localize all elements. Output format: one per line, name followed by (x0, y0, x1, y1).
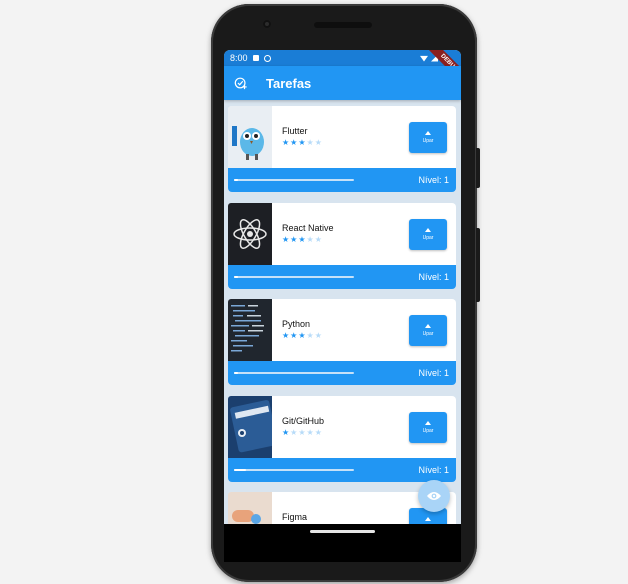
cast-icon (263, 54, 271, 62)
star-icon: ★ (314, 235, 322, 244)
star-icon: ★ (282, 331, 290, 340)
task-thumbnail (228, 492, 272, 524)
level-progress-fill (234, 372, 238, 374)
level-up-label: Upar (422, 138, 434, 144)
star-icon: ★ (290, 235, 298, 244)
task-name: Python (282, 319, 311, 329)
level-up-button[interactable]: Upar (409, 412, 447, 443)
task-thumbnail (228, 106, 272, 168)
app-screen: 8:00 DEBUG Tarefas Flutter ★ ★ ★ ★ ★ Upar (224, 50, 461, 524)
power-button (476, 148, 480, 188)
app-bar: Tarefas (224, 66, 461, 100)
level-up-label: Upar (422, 235, 434, 241)
arrow-up-icon (425, 324, 431, 328)
star-icon: ★ (306, 428, 314, 437)
level-label: Nível: 1 (418, 368, 449, 378)
level-progress-bar (234, 372, 354, 374)
level-progress-bar (234, 179, 354, 181)
level-progress-bar (234, 469, 354, 471)
star-icon: ★ (282, 235, 290, 244)
arrow-up-icon (425, 421, 431, 425)
level-progress-fill (234, 469, 246, 471)
star-icon: ★ (306, 331, 314, 340)
arrow-up-icon (425, 517, 431, 521)
star-icon: ★ (298, 428, 306, 437)
difficulty-stars: ★ ★ ★ ★ ★ (282, 236, 322, 244)
task-name: Figma (282, 512, 308, 522)
wifi-icon (420, 55, 428, 62)
level-up-button[interactable]: Upar (409, 315, 447, 346)
level-label: Nível: 1 (418, 272, 449, 282)
star-icon: ★ (314, 138, 322, 147)
level-progress-bar (234, 276, 354, 278)
level-progress-fill (234, 179, 238, 181)
star-icon: ★ (314, 331, 322, 340)
front-camera (263, 20, 271, 28)
level-up-button[interactable]: Upar (409, 122, 447, 153)
level-up-button[interactable]: Upar (409, 219, 447, 250)
status-time: 8:00 (230, 53, 248, 63)
level-label: Nível: 1 (418, 465, 449, 475)
eye-icon (427, 492, 441, 500)
star-icon: ★ (314, 428, 322, 437)
level-up-label: Upar (422, 331, 434, 337)
task-card-body: Python ★ ★ ★ ★ ★ Upar (228, 299, 456, 361)
task-card: Flutter ★ ★ ★ ★ ★ Upar Nível: 1 (228, 106, 456, 192)
task-card-footer: Nível: 1 (228, 265, 456, 289)
task-thumbnail (228, 396, 272, 458)
task-name: Git/GitHub (282, 416, 325, 426)
star-icon: ★ (306, 235, 314, 244)
status-bar: 8:00 (224, 50, 461, 66)
star-icon: ★ (298, 138, 306, 147)
difficulty-stars: ★ ★ ★ ★ ★ (282, 332, 322, 340)
difficulty-stars: ★ ★ ★ ★ ★ (282, 429, 322, 437)
volume-button (476, 228, 480, 302)
star-icon: ★ (282, 428, 290, 437)
star-icon: ★ (282, 138, 290, 147)
task-thumbnail (228, 203, 272, 265)
task-card-body: React Native ★ ★ ★ ★ ★ Upar (228, 203, 456, 265)
home-gesture-bar[interactable] (310, 530, 375, 533)
arrow-up-icon (425, 228, 431, 232)
sim-lock-icon (252, 55, 259, 61)
page-title: Tarefas (266, 75, 312, 91)
task-thumbnail (228, 299, 272, 361)
level-label: Nível: 1 (418, 175, 449, 185)
task-card-body: Flutter ★ ★ ★ ★ ★ Upar (228, 106, 456, 168)
task-card-footer: Nível: 1 (228, 361, 456, 385)
earpiece-speaker (314, 22, 372, 28)
star-icon: ★ (290, 428, 298, 437)
arrow-up-icon (425, 131, 431, 135)
difficulty-stars: ★ ★ ★ ★ ★ (282, 139, 322, 147)
star-icon: ★ (298, 331, 306, 340)
task-name: Flutter (282, 126, 308, 136)
star-icon: ★ (306, 138, 314, 147)
star-icon: ★ (290, 138, 298, 147)
task-card: React Native ★ ★ ★ ★ ★ Upar Nível: 1 (228, 203, 456, 289)
task-card-footer: Nível: 1 (228, 168, 456, 192)
star-icon: ★ (298, 235, 306, 244)
toggle-visibility-fab[interactable] (418, 480, 450, 512)
task-add-icon[interactable] (234, 76, 248, 90)
level-progress-fill (234, 276, 238, 278)
task-card-footer: Nível: 1 (228, 458, 456, 482)
task-card: Git/GitHub ★ ★ ★ ★ ★ Upar Nível: 1 (228, 396, 456, 482)
task-card: Python ★ ★ ★ ★ ★ Upar Nível: 1 (228, 299, 456, 385)
star-icon: ★ (290, 331, 298, 340)
task-name: React Native (282, 223, 334, 233)
task-card-body: Git/GitHub ★ ★ ★ ★ ★ Upar (228, 396, 456, 458)
level-up-label: Upar (422, 428, 434, 434)
